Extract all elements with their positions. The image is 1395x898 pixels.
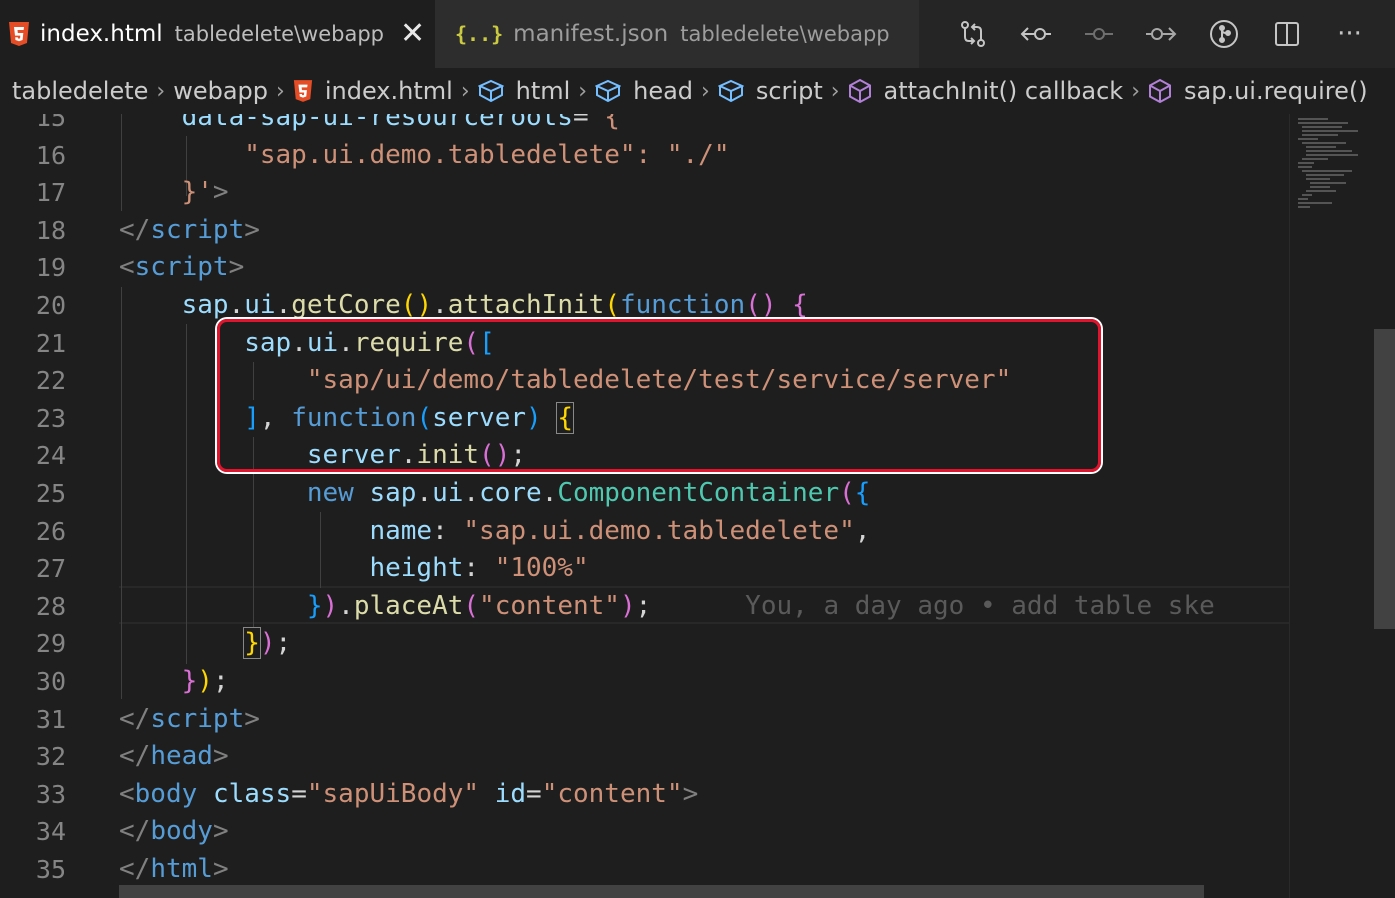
tab-bar: index.html tabledelete\webapp ✕ {..} man… [0, 0, 1395, 68]
breadcrumb-item-html[interactable]: html [516, 77, 571, 105]
breadcrumb-item-webapp[interactable]: webapp [173, 77, 268, 105]
line-number: 20 [35, 291, 66, 320]
breadcrumb-item-script[interactable]: script [756, 77, 823, 105]
go-forward-icon[interactable] [1141, 14, 1181, 54]
line-number: 33 [35, 779, 66, 809]
line-number: 21 [35, 328, 66, 358]
close-icon[interactable]: ✕ [400, 19, 425, 49]
cube-icon [717, 79, 744, 103]
line-number: 17 [35, 178, 66, 208]
html5-icon [293, 79, 313, 103]
code-line: <script> [119, 252, 245, 283]
line-number: 26 [35, 516, 66, 546]
split-editor-icon[interactable] [1267, 14, 1307, 54]
editor-actions: ··· [920, 0, 1395, 68]
json-icon: {..} [455, 22, 504, 46]
line-number: 32 [35, 742, 66, 772]
vertical-scrollbar-thumb[interactable] [1374, 329, 1395, 629]
code-line: "sap.ui.demo.tabledelete": "./" [119, 139, 730, 170]
line-number: 28 [35, 591, 66, 621]
code-line: </script> [119, 703, 260, 734]
timeline-dot-icon[interactable] [1079, 14, 1119, 54]
tab-manifest-json[interactable]: {..} manifest.json tabledelete\webapp [435, 0, 920, 68]
breadcrumb-item-attachinit-callback[interactable]: attachInit() callback [884, 77, 1124, 105]
tab-label: index.html [40, 21, 163, 47]
tab-label: manifest.json [513, 21, 669, 47]
minimap[interactable] [1289, 114, 1374, 898]
method-icon [1148, 78, 1172, 104]
line-number: 19 [35, 253, 66, 283]
horizontal-scrollbar-thumb[interactable] [119, 885, 1204, 898]
breadcrumb-item-index-html[interactable]: index.html [325, 77, 453, 105]
method-icon [848, 78, 872, 104]
code-line: height: "100%" [369, 553, 589, 584]
code-line: </script> [119, 214, 260, 245]
tab-path: tabledelete\webapp [174, 22, 385, 46]
code-line: }); [243, 627, 292, 660]
line-number: 25 [35, 479, 66, 508]
cube-icon [477, 79, 504, 103]
chevron-right-icon: › [1131, 78, 1140, 104]
code-line: }'> [119, 177, 229, 208]
chevron-right-icon: › [156, 78, 166, 104]
chevron-right-icon: › [830, 78, 840, 104]
code-line: </body> [119, 816, 229, 847]
more-actions-icon[interactable]: ··· [1330, 14, 1370, 54]
code-line: new sap.ui.core.ComponentContainer({ [306, 478, 871, 508]
html5-icon [8, 21, 30, 47]
tab-index-html[interactable]: index.html tabledelete\webapp ✕ [0, 0, 435, 68]
line-number: 29 [35, 629, 66, 659]
code-line: data-sap-ui-resourceroots='{ [150, 114, 620, 132]
code-line: }); [181, 666, 229, 696]
chevron-right-icon: › [276, 78, 285, 104]
breadcrumb: tabledelete › webapp › index.html › html… [0, 68, 1395, 114]
chevron-right-icon: › [578, 78, 588, 104]
code-line: name: "sap.ui.demo.tabledelete", [369, 515, 871, 546]
chevron-right-icon: › [460, 78, 470, 104]
line-number: 16 [35, 140, 66, 170]
breadcrumb-item-head[interactable]: head [633, 77, 693, 105]
line-number: 18 [35, 215, 66, 245]
code-line: }).placeAt("content"); You, a day ago • … [306, 590, 1215, 621]
line-number: 23 [35, 403, 66, 433]
breadcrumb-item-tabledelete[interactable]: tabledelete [12, 77, 148, 105]
line-number: 15 [35, 114, 66, 132]
compare-changes-icon[interactable] [953, 14, 993, 54]
line-number: 27 [35, 554, 66, 584]
code-line: </head> [119, 741, 229, 772]
line-number: 22 [35, 366, 66, 396]
line-number: 34 [35, 817, 66, 847]
line-number: 35 [35, 855, 66, 884]
git-graph-icon[interactable] [1204, 14, 1244, 54]
line-number: 24 [35, 441, 66, 471]
code-line: </html> [119, 854, 229, 884]
line-number: 30 [35, 667, 66, 696]
code-line: <body class="sapUiBody" id="content"> [119, 778, 699, 809]
line-number: 31 [35, 704, 66, 734]
chevron-right-icon: › [701, 78, 710, 104]
go-back-icon[interactable] [1016, 14, 1056, 54]
tab-path: tabledelete\webapp [680, 22, 890, 46]
breadcrumb-item-sap-ui-require[interactable]: sap.ui.require() [1184, 77, 1368, 105]
cube-icon [595, 79, 622, 103]
code-editor[interactable]: 15 16 17 18 19 20 21 22 23 24 25 26 27 2… [0, 114, 1395, 898]
git-blame-annotation: You, a day ago • add table ske [745, 590, 1215, 621]
highlight-annotation-box [217, 319, 1101, 472]
